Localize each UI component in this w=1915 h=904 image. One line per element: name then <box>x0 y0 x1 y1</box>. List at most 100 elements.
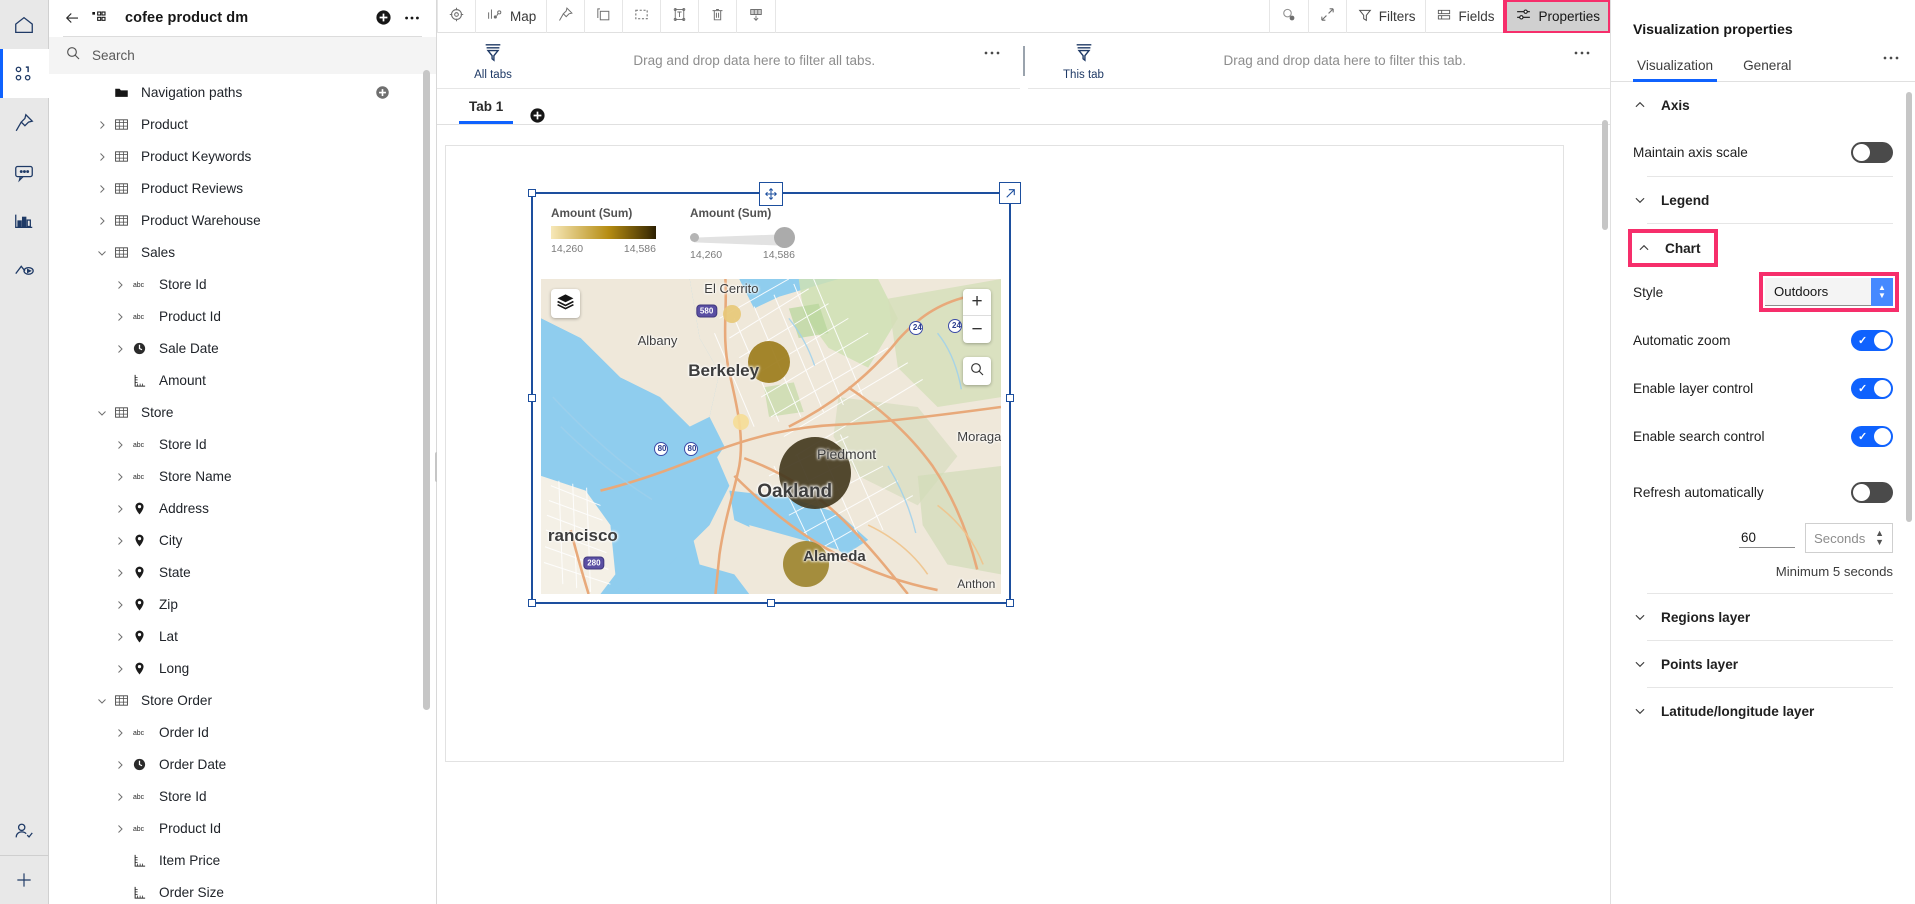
tree-item-amount[interactable]: Amount <box>49 365 436 397</box>
toolbar-filters-button[interactable]: Filters <box>1347 0 1427 33</box>
tree-item-order-size[interactable]: Order Size <box>49 877 436 904</box>
map-zoom-in-button[interactable]: + <box>963 289 991 316</box>
tree-item-order-date[interactable]: Order Date <box>49 749 436 781</box>
toolbar-target-button[interactable] <box>437 0 476 33</box>
canvas[interactable]: Amount (Sum) 14,260 14,586 Amount (Sum) <box>437 125 1610 904</box>
section-axis[interactable]: Axis <box>1633 82 1893 128</box>
tree-item-zip[interactable]: Zip <box>49 589 436 621</box>
tree-item-address[interactable]: Address <box>49 493 436 525</box>
rail-item-explore[interactable] <box>0 245 49 294</box>
rail-item-collaborate[interactable] <box>0 806 49 855</box>
refresh-unit-select[interactable]: Seconds ▲ ▼ <box>1805 523 1893 553</box>
add-to-canvas-button[interactable] <box>375 85 390 100</box>
tree-item-sale-date[interactable]: Sale Date <box>49 333 436 365</box>
toolbar-select-area-button[interactable] <box>623 0 662 33</box>
section-chart[interactable]: Chart <box>1628 229 1718 267</box>
toolbar-copy-button[interactable] <box>585 0 624 33</box>
chevron-right-icon[interactable] <box>111 535 128 547</box>
tree-item-store-id[interactable]: abc Store Id <box>49 269 436 301</box>
chevron-right-icon[interactable] <box>111 631 128 643</box>
tree-item-product-id[interactable]: abc Product Id <box>49 301 436 333</box>
chevron-right-icon[interactable] <box>111 343 128 355</box>
chevron-right-icon[interactable] <box>111 471 128 483</box>
tree-item-store[interactable]: Store <box>49 397 436 429</box>
this-tab-filter-bar[interactable]: This tab Drag and drop data here to filt… <box>1027 33 1610 89</box>
back-button[interactable] <box>63 9 81 27</box>
chevron-right-icon[interactable] <box>111 599 128 611</box>
chevron-right-icon[interactable] <box>111 439 128 451</box>
toolbar-expand-button[interactable] <box>1309 0 1347 33</box>
this-tab-filter-button[interactable]: This tab <box>1028 41 1140 81</box>
toolbar-text-box-button[interactable] <box>661 0 700 33</box>
chevron-right-icon[interactable] <box>111 503 128 515</box>
rail-item-new[interactable] <box>0 855 49 904</box>
add-tab-button[interactable] <box>529 107 546 124</box>
maintain-axis-scale-toggle[interactable] <box>1851 141 1893 163</box>
section-points-layer[interactable]: Points layer <box>1633 641 1893 687</box>
map-zoom-out-button[interactable]: − <box>963 316 991 343</box>
all-tabs-filter-button[interactable]: All tabs <box>437 41 549 81</box>
chevron-right-icon[interactable] <box>93 183 110 195</box>
all-tabs-filter-bar[interactable]: All tabs Drag and drop data here to filt… <box>437 33 1020 89</box>
tree-item-store-id[interactable]: abc Store Id <box>49 781 436 813</box>
map-zoom-control[interactable]: + − <box>963 289 991 343</box>
automatic-zoom-toggle[interactable]: ✓ <box>1851 329 1893 351</box>
toolbar-chart-type-button[interactable]: Map <box>476 0 548 33</box>
properties-scrollbar[interactable] <box>1906 92 1912 522</box>
tree-item-navigation-paths[interactable]: Navigation paths <box>49 77 436 109</box>
chevron-right-icon[interactable] <box>93 119 110 131</box>
chevron-right-icon[interactable] <box>111 791 128 803</box>
tree-item-item-price[interactable]: Item Price <box>49 845 436 877</box>
resize-handle-bottom-right[interactable] <box>1006 599 1014 607</box>
tree-item-lat[interactable]: Lat <box>49 621 436 653</box>
style-select[interactable]: Outdoors ▲ ▼ <box>1765 277 1893 306</box>
add-source-button[interactable] <box>375 9 392 26</box>
chevron-right-icon[interactable] <box>93 215 110 227</box>
chevron-down-icon[interactable] <box>93 695 110 707</box>
tab-general[interactable]: General <box>1739 54 1795 81</box>
filter-bars-divider[interactable] <box>1020 33 1028 89</box>
tree-item-sales[interactable]: Sales <box>49 237 436 269</box>
rail-item-data[interactable] <box>0 49 49 98</box>
refresh-automatically-toggle[interactable] <box>1851 481 1893 503</box>
tab-visualization[interactable]: Visualization <box>1633 54 1718 82</box>
chevron-down-icon[interactable] <box>93 247 110 259</box>
chevron-right-icon[interactable] <box>111 663 128 675</box>
resize-handle-top-left[interactable] <box>528 189 536 197</box>
enable-layer-control-toggle[interactable]: ✓ <box>1851 377 1893 399</box>
resize-handle-right[interactable] <box>1006 394 1014 402</box>
expand-widget-button[interactable] <box>999 182 1021 204</box>
all-tabs-filter-overflow[interactable] <box>982 41 1002 61</box>
toolbar-fields-button[interactable]: Fields <box>1426 0 1506 33</box>
tree-item-store-id[interactable]: abc Store Id <box>49 429 436 461</box>
map-visualization-widget[interactable]: Amount (Sum) 14,260 14,586 Amount (Sum) <box>528 182 1021 607</box>
map-search-control-button[interactable] <box>963 357 991 385</box>
tree-item-order-id[interactable]: abc Order Id <box>49 717 436 749</box>
refresh-interval-input[interactable]: 60 <box>1739 528 1795 548</box>
map-data-point[interactable] <box>733 414 750 431</box>
data-tree[interactable]: Navigation paths Product Product Keywords P… <box>49 75 436 904</box>
rail-item-home[interactable] <box>0 0 49 49</box>
tree-item-store-name[interactable]: abc Store Name <box>49 461 436 493</box>
chevron-right-icon[interactable] <box>111 759 128 771</box>
tree-item-product-id[interactable]: abc Product Id <box>49 813 436 845</box>
tree-item-product-keywords[interactable]: Product Keywords <box>49 141 436 173</box>
properties-overflow-button[interactable] <box>1881 46 1901 66</box>
sidebar-overflow-button[interactable] <box>402 8 422 28</box>
tree-item-product[interactable]: Product <box>49 109 436 141</box>
chevron-right-icon[interactable] <box>111 727 128 739</box>
toolbar-search-data-button[interactable] <box>1268 0 1309 33</box>
resize-handle-bottom[interactable] <box>767 599 775 607</box>
resize-handle-left[interactable] <box>528 394 536 402</box>
sidebar-scrollbar[interactable] <box>423 70 430 710</box>
section-latlong-layer[interactable]: Latitude/longitude layer <box>1633 688 1893 734</box>
chevron-down-icon[interactable] <box>93 407 110 419</box>
chevron-right-icon[interactable] <box>93 151 110 163</box>
chevron-right-icon[interactable] <box>111 823 128 835</box>
section-regions-layer[interactable]: Regions layer <box>1633 594 1893 640</box>
tree-item-product-reviews[interactable]: Product Reviews <box>49 173 436 205</box>
rail-item-pinboard[interactable] <box>0 98 49 147</box>
tree-item-product-warehouse[interactable]: Product Warehouse <box>49 205 436 237</box>
tree-item-long[interactable]: Long <box>49 653 436 685</box>
chevron-right-icon[interactable] <box>111 567 128 579</box>
